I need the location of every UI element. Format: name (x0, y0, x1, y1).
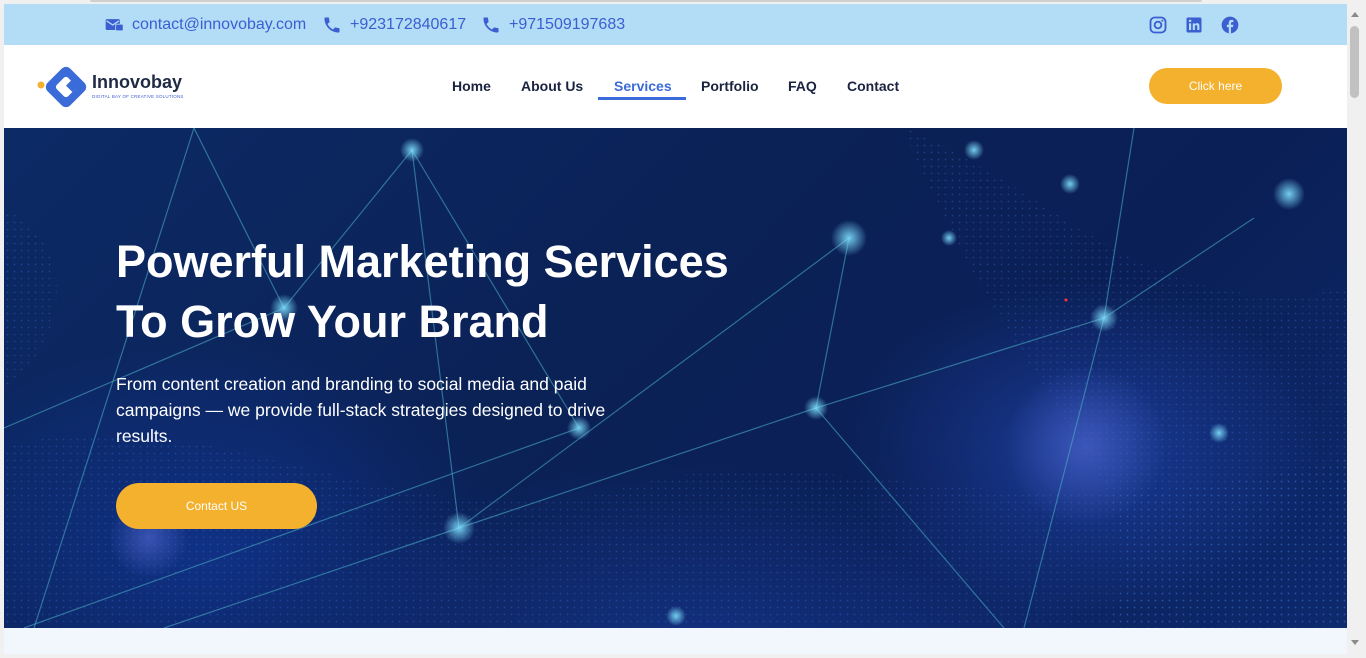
instagram-icon (1149, 16, 1167, 34)
web-page: contact@innovobay.com +923172840617 +971… (4, 4, 1347, 654)
phone-icon (324, 17, 340, 33)
facebook-icon (1221, 16, 1239, 34)
hero-description: From content creation and branding to so… (116, 374, 606, 446)
email-text: contact@innovobay.com (132, 16, 307, 33)
scroll-up-arrow-icon[interactable] (1351, 12, 1359, 17)
logo-name: Innovobay (92, 72, 183, 92)
contact-us-button[interactable]: Contact US (116, 483, 317, 529)
nav-contact[interactable]: Contact (847, 78, 899, 94)
scroll-down-arrow-icon[interactable] (1351, 640, 1359, 645)
vertical-scrollbar[interactable] (1347, 4, 1363, 654)
top-info-bar: contact@innovobay.com +923172840617 +971… (4, 4, 1347, 45)
linkedin-link[interactable] (1184, 15, 1204, 35)
nav-faq[interactable]: FAQ (788, 78, 817, 94)
linkedin-icon (1186, 17, 1202, 33)
hero-section: Powerful Marketing Services To Grow Your… (4, 128, 1347, 628)
phone2-link[interactable]: +971509197683 (481, 15, 625, 35)
hero-title: Powerful Marketing Services To Grow Your… (116, 232, 836, 352)
mail-icon (105, 19, 124, 32)
hero-title-line-2: To Grow Your Brand (116, 296, 549, 347)
logo-tagline: DIGITAL BAY OF CREATIVE SOLUTIONS (92, 94, 184, 99)
email-link[interactable]: contact@innovobay.com (104, 15, 306, 35)
click-here-button[interactable]: Click here (1149, 68, 1282, 104)
browser-viewport: contact@innovobay.com +923172840617 +971… (0, 0, 1366, 658)
scrollbar-thumb[interactable] (1350, 26, 1359, 98)
phone1-text: +923172840617 (350, 16, 467, 33)
nav-active-underline (598, 97, 686, 100)
logo[interactable]: Innovobay DIGITAL BAY OF CREATIVE SOLUTI… (36, 64, 196, 110)
hero-title-line-1: Powerful Marketing Services (116, 236, 729, 287)
next-section-edge (4, 628, 1347, 654)
nav-about-us[interactable]: About Us (521, 78, 583, 94)
nav-services[interactable]: Services (614, 78, 672, 94)
phone1-link[interactable]: +923172840617 (322, 15, 466, 35)
instagram-link[interactable] (1148, 15, 1168, 35)
logo-mark-icon (37, 66, 87, 108)
browser-frame-edge (90, 0, 1202, 2)
nav-portfolio[interactable]: Portfolio (701, 78, 759, 94)
phone-icon (483, 17, 499, 33)
phone2-text: +971509197683 (509, 16, 626, 33)
nav-home[interactable]: Home (452, 78, 491, 94)
main-navbar: Innovobay DIGITAL BAY OF CREATIVE SOLUTI… (4, 45, 1347, 128)
facebook-link[interactable] (1220, 15, 1240, 35)
